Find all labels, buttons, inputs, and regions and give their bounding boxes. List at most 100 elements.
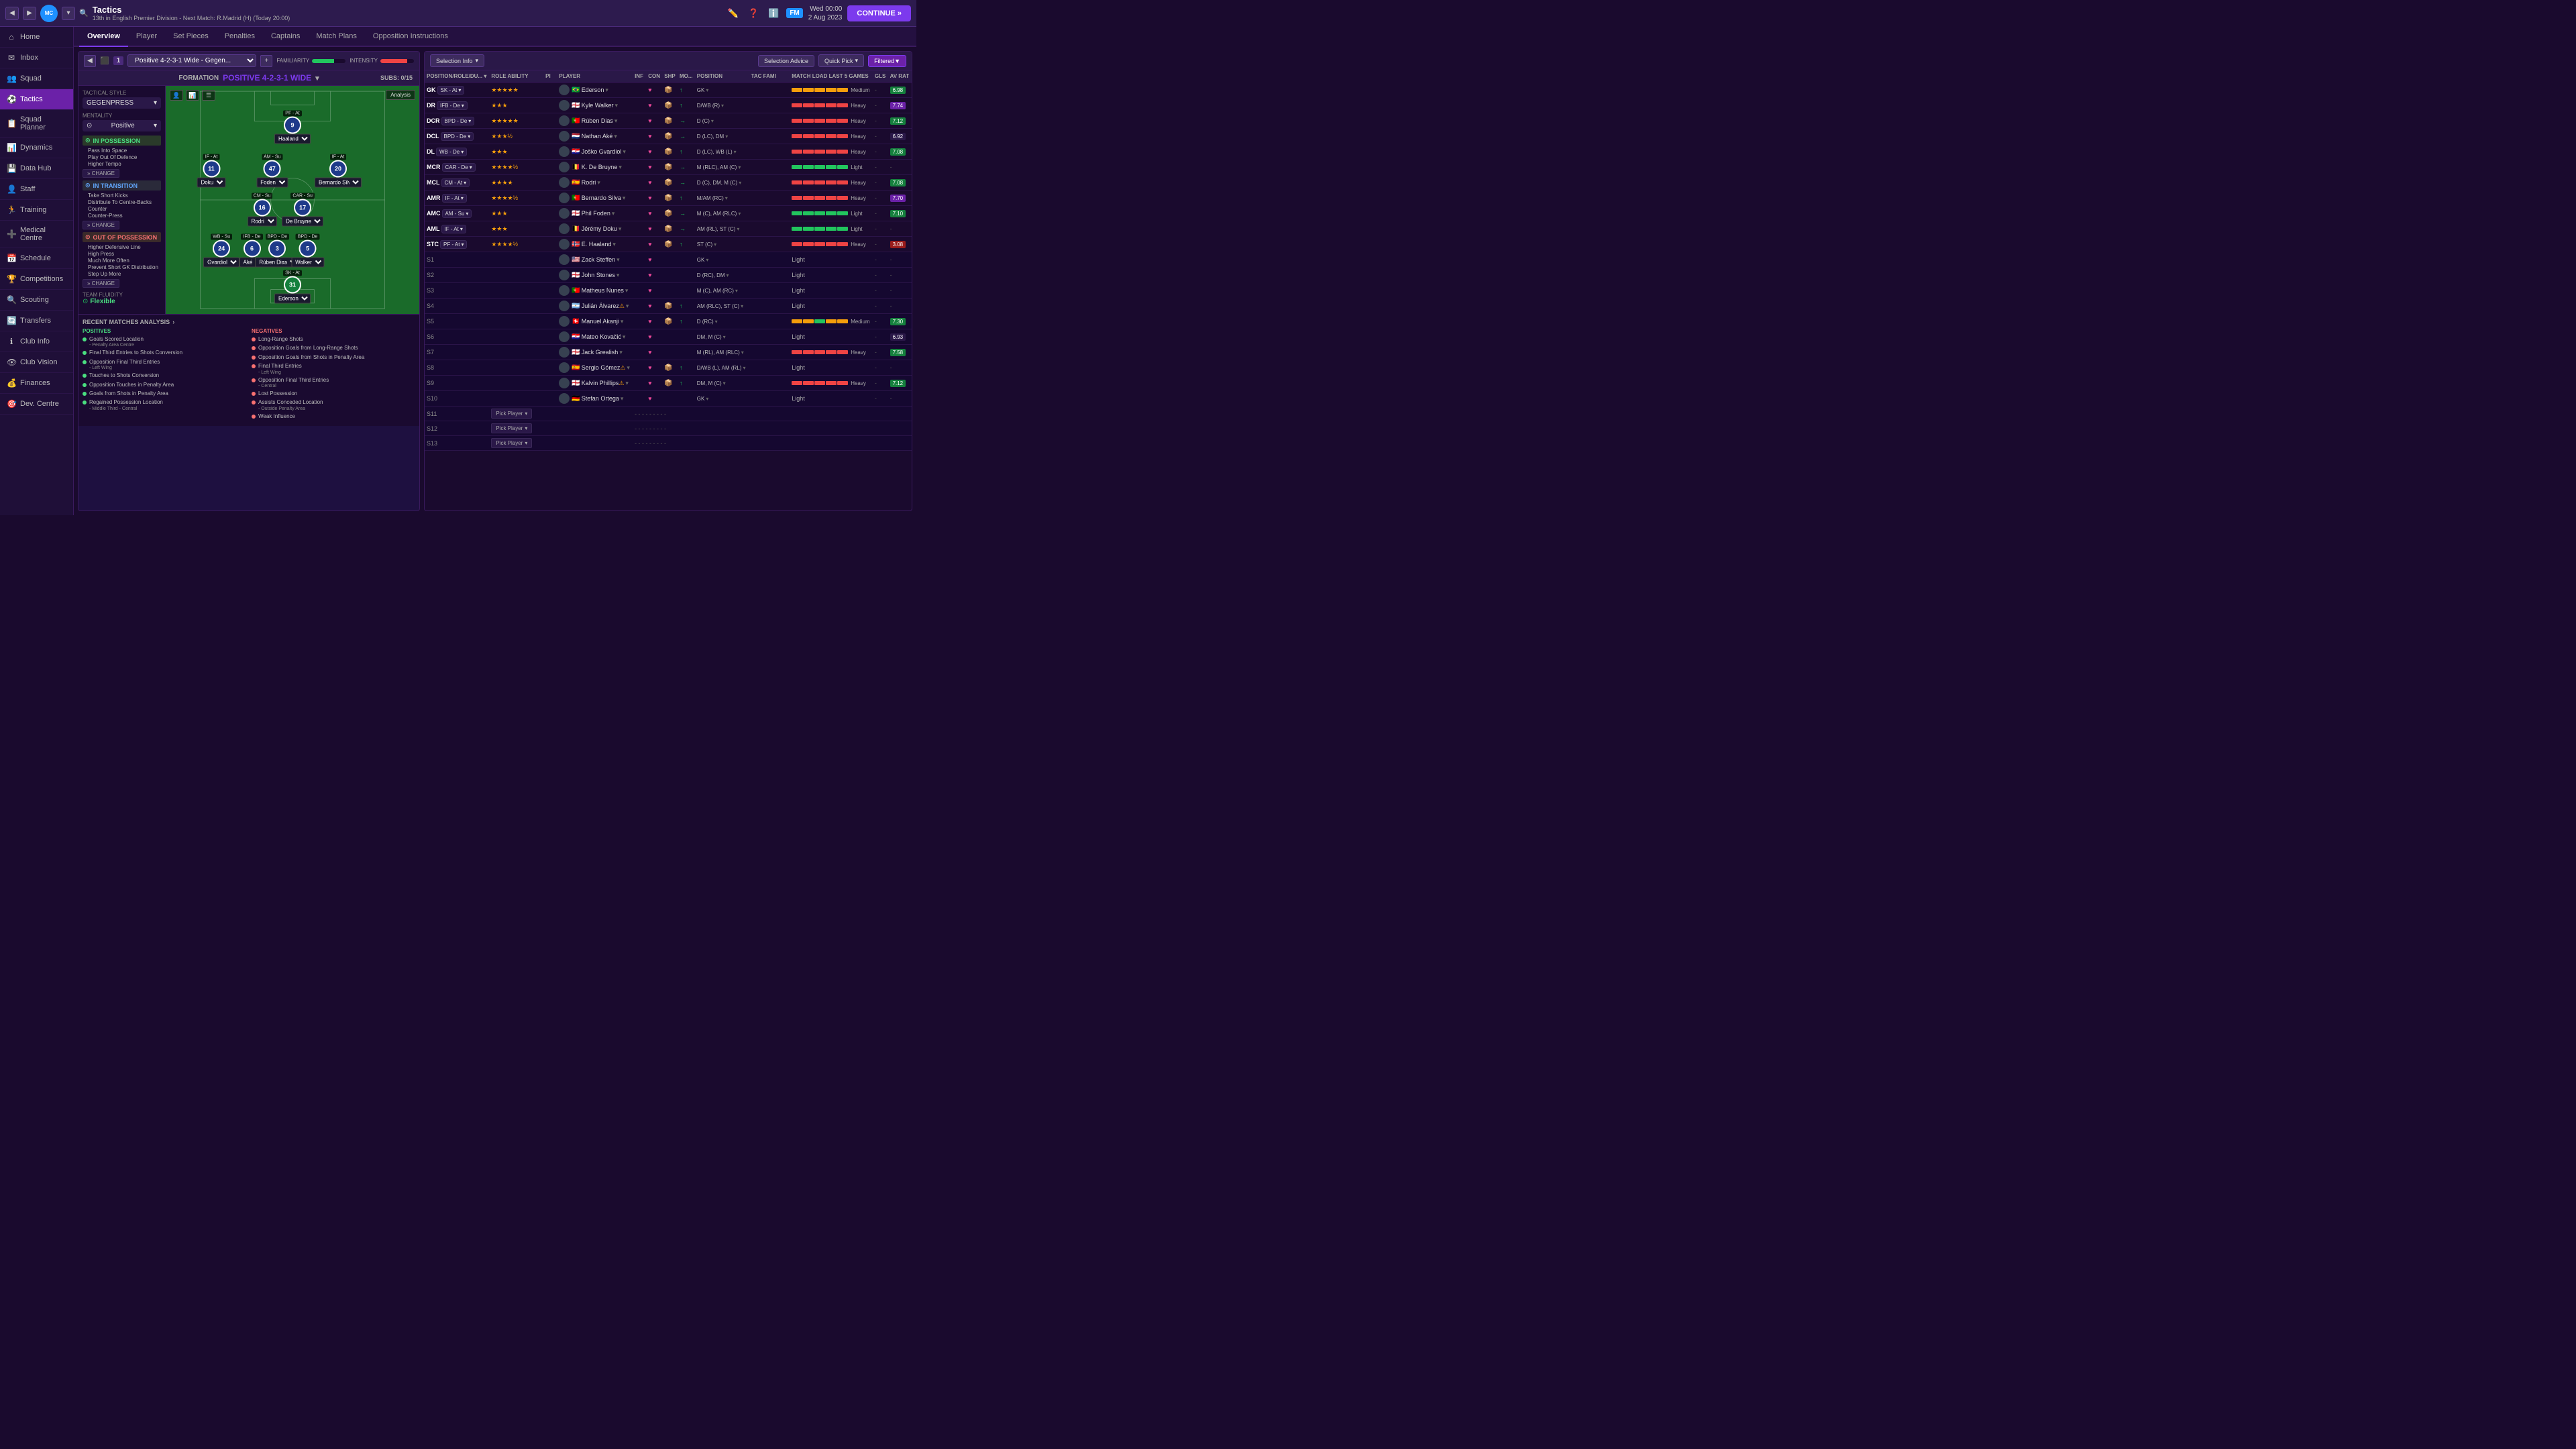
player-name-select[interactable]: Gvardiol — [203, 257, 239, 267]
player-name[interactable]: Sergio Gómez — [582, 364, 621, 371]
col-con[interactable]: CON — [646, 70, 662, 83]
position-dropdown-icon[interactable]: ▾ — [741, 303, 743, 309]
player-name[interactable]: Rúben Dias — [582, 117, 613, 124]
role-duty-badge[interactable]: IFB - De ▾ — [437, 101, 468, 110]
role-duty-badge[interactable]: BPD - De ▾ — [441, 132, 474, 141]
position-dropdown-icon[interactable]: ▾ — [714, 241, 716, 248]
recent-matches-header[interactable]: RECENT MATCHES ANALYSIS › — [83, 319, 415, 325]
pitch-player-GK[interactable]: SK - At 31 Ederson — [274, 270, 311, 304]
in-possession-change-button[interactable]: » CHANGE — [83, 169, 119, 178]
sidebar-item-squad[interactable]: 👥Squad — [0, 68, 73, 89]
sidebar-item-tactics[interactable]: ⚽Tactics — [0, 89, 73, 110]
position-dropdown-icon[interactable]: ▾ — [706, 396, 708, 402]
pitch-player-CB2[interactable]: BPD - De 5 Walker — [291, 233, 324, 267]
player-name-select[interactable]: Ederson — [274, 294, 311, 304]
player-name[interactable]: Stefan Ortega — [582, 395, 619, 402]
info-icon[interactable]: ℹ️ — [766, 6, 781, 21]
player-dropdown-icon[interactable]: ▾ — [614, 133, 617, 140]
selection-info-button[interactable]: Selection Info ▾ — [430, 54, 484, 67]
player-dropdown-icon[interactable]: ▾ — [616, 256, 620, 264]
sidebar-item-finances[interactable]: 💰Finances — [0, 373, 73, 394]
player-name-select[interactable]: Rodri — [248, 216, 277, 226]
tab-match-plans[interactable]: Match Plans — [308, 27, 365, 47]
player-name[interactable]: Kalvin Phillips — [582, 380, 619, 386]
player-dropdown-icon[interactable]: ▾ — [614, 102, 618, 109]
player-name[interactable]: Jérémy Doku — [582, 225, 617, 232]
role-duty-badge[interactable]: IF - At ▾ — [441, 225, 466, 233]
player-dropdown-icon[interactable]: ▾ — [621, 395, 624, 402]
sidebar-item-dynamics[interactable]: 📊Dynamics — [0, 138, 73, 158]
player-dropdown-icon[interactable]: ▾ — [623, 333, 626, 341]
sidebar-item-scouting[interactable]: 🔍Scouting — [0, 290, 73, 311]
player-dropdown-icon[interactable]: ▾ — [625, 380, 629, 387]
position-dropdown-icon[interactable]: ▾ — [723, 380, 726, 386]
position-dropdown-icon[interactable]: ▾ — [725, 195, 728, 201]
pick-player-button[interactable]: Pick Player ▾ — [491, 423, 532, 433]
nav-back-button[interactable]: ◀ — [5, 7, 19, 20]
col-pi[interactable]: PI — [543, 70, 557, 83]
sidebar-item-competitions[interactable]: 🏆Competitions — [0, 269, 73, 290]
sidebar-item-inbox[interactable]: ✉Inbox — [0, 48, 73, 68]
player-name[interactable]: Mateo Kovačić — [582, 333, 621, 340]
col-tac-fami[interactable]: TAC FAMI — [749, 70, 790, 83]
tab-set-pieces[interactable]: Set Pieces — [165, 27, 217, 47]
position-dropdown-icon[interactable]: ▾ — [738, 211, 741, 217]
tactic-name-select[interactable]: Positive 4-2-3-1 Wide - Gegen... — [127, 54, 256, 67]
player-name-select[interactable]: Walker — [291, 257, 324, 267]
col-mo[interactable]: MO... — [678, 70, 695, 83]
position-dropdown-icon[interactable]: ▾ — [706, 257, 708, 263]
tab-player[interactable]: Player — [128, 27, 165, 47]
sidebar-item-club-vision[interactable]: 👁Club Vision — [0, 352, 73, 373]
position-dropdown-icon[interactable]: ▾ — [737, 226, 739, 232]
player-dropdown-icon[interactable]: ▾ — [626, 303, 629, 310]
player-name-select[interactable]: Foden — [256, 177, 288, 187]
player-dropdown-icon[interactable]: ▾ — [621, 318, 624, 325]
col-role-ability[interactable]: ROLE ABILITY — [489, 70, 543, 83]
position-dropdown-icon[interactable]: ▾ — [741, 350, 744, 356]
sidebar-item-schedule[interactable]: 📅Schedule — [0, 248, 73, 269]
pitch-player-AM[interactable]: AM - Su 47 Foden — [256, 153, 288, 187]
player-name[interactable]: Zack Steffen — [582, 256, 615, 263]
sidebar-item-medical[interactable]: ➕Medical Centre — [0, 221, 73, 248]
player-name[interactable]: Rodri — [582, 179, 596, 186]
player-dropdown-icon[interactable]: ▾ — [623, 148, 626, 156]
player-dropdown-icon[interactable]: ▾ — [625, 287, 629, 294]
player-dropdown-icon[interactable]: ▾ — [612, 241, 616, 248]
player-name-select[interactable]: De Bruyne — [282, 216, 323, 226]
player-dropdown-icon[interactable]: ▾ — [612, 210, 615, 217]
player-name-select[interactable]: Haaland — [274, 134, 311, 144]
pick-player-button[interactable]: Pick Player ▾ — [491, 438, 532, 448]
col-gls[interactable]: GLS — [873, 70, 888, 83]
role-duty-badge[interactable]: CAR - De ▾ — [442, 163, 476, 172]
position-dropdown-icon[interactable]: ▾ — [723, 334, 726, 340]
player-name[interactable]: Nathan Aké — [582, 133, 613, 140]
sidebar-item-training[interactable]: 🏃Training — [0, 200, 73, 221]
sidebar-item-transfers[interactable]: 🔄Transfers — [0, 311, 73, 331]
pitch-player-LB[interactable]: WB - Su 24 Gvardiol — [203, 233, 239, 267]
role-duty-badge[interactable]: WB - De ▾ — [436, 148, 467, 156]
pitch-player-AML[interactable]: IF - At 11 Doku — [197, 153, 226, 187]
position-dropdown-icon[interactable]: ▾ — [738, 164, 741, 170]
club-dropdown-button[interactable]: ▾ — [62, 7, 75, 20]
role-duty-badge[interactable]: PF - At ▾ — [440, 240, 467, 249]
player-dropdown-icon[interactable]: ▾ — [616, 272, 620, 279]
role-duty-badge[interactable]: IF - At ▾ — [442, 194, 467, 203]
pitch-player-ST[interactable]: PF - At 9 Haaland — [274, 110, 311, 144]
role-duty-badge[interactable]: BPD - De ▾ — [441, 117, 475, 125]
position-dropdown-icon[interactable]: ▾ — [739, 180, 741, 186]
player-dropdown-icon[interactable]: ▾ — [619, 225, 622, 233]
col-position-label[interactable]: POSITION — [695, 70, 749, 83]
player-name[interactable]: Manuel Akanji — [582, 318, 619, 325]
sidebar-item-club-info[interactable]: ℹClub Info — [0, 331, 73, 352]
position-dropdown-icon[interactable]: ▾ — [706, 87, 708, 93]
player-name[interactable]: John Stones — [582, 272, 615, 278]
player-dropdown-icon[interactable]: ▾ — [614, 117, 618, 125]
col-shp[interactable]: SHP — [662, 70, 678, 83]
player-dropdown-icon[interactable]: ▾ — [623, 195, 626, 202]
position-dropdown-icon[interactable]: ▾ — [725, 133, 728, 140]
tab-penalties[interactable]: Penalties — [217, 27, 263, 47]
player-dropdown-icon[interactable]: ▾ — [619, 349, 623, 356]
tab-captains[interactable]: Captains — [263, 27, 308, 47]
col-match-load[interactable]: MATCH LOAD LAST 5 GAMES — [790, 70, 873, 83]
filtered-button[interactable]: Filtered▼ — [868, 55, 906, 67]
